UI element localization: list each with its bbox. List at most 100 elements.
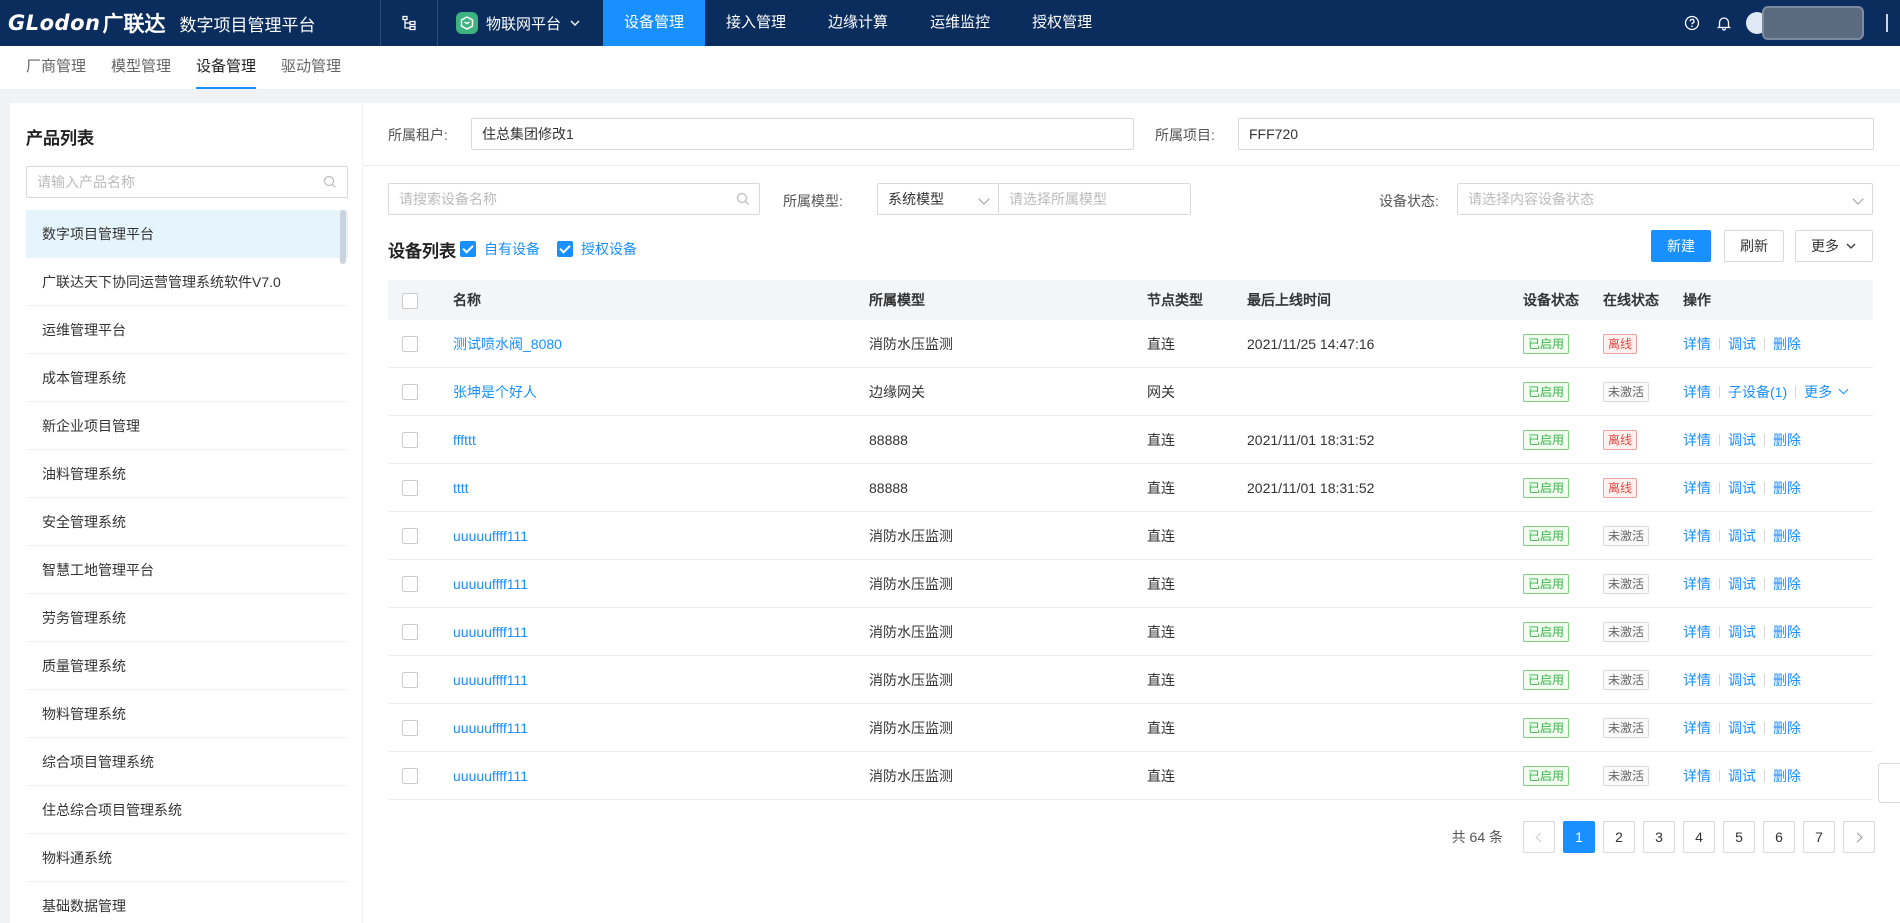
side-drawer-toggle[interactable] (1878, 763, 1900, 803)
product-list-item[interactable]: 基础数据管理 (26, 882, 348, 923)
row-action-link[interactable]: 删除 (1773, 718, 1801, 738)
row-checkbox[interactable] (402, 432, 418, 449)
page-button[interactable]: 1 (1563, 821, 1595, 853)
device-name-link[interactable]: fffttt (453, 432, 476, 448)
product-list-item[interactable]: 住总综合项目管理系统 (26, 786, 348, 834)
row-action-link[interactable]: 详情 (1683, 430, 1711, 450)
tab-driver-management[interactable]: 驱动管理 (281, 55, 341, 89)
more-button[interactable]: 更多 (1795, 230, 1873, 262)
row-action-link[interactable]: 删除 (1773, 622, 1801, 642)
row-action-link[interactable]: 删除 (1773, 334, 1801, 354)
nav-device-management[interactable]: 设备管理 (603, 0, 706, 46)
row-action-link[interactable]: 更多 (1804, 382, 1832, 402)
nav-access-management[interactable]: 接入管理 (705, 0, 807, 46)
row-action-link[interactable]: 删除 (1773, 670, 1801, 690)
row-checkbox[interactable] (402, 528, 418, 545)
product-list-item[interactable]: 油料管理系统 (26, 450, 348, 498)
page-button[interactable]: 4 (1683, 821, 1715, 853)
row-checkbox[interactable] (402, 768, 418, 785)
row-action-link[interactable]: 调试 (1728, 718, 1756, 738)
row-checkbox[interactable] (402, 336, 418, 353)
product-list-item[interactable]: 新企业项目管理 (26, 402, 348, 450)
next-page-button[interactable] (1843, 821, 1875, 853)
bell-icon[interactable] (1708, 0, 1740, 46)
row-action-link[interactable]: 调试 (1728, 670, 1756, 690)
row-action-link[interactable]: 详情 (1683, 766, 1711, 786)
select-all-checkbox[interactable] (402, 292, 418, 309)
fullscreen-icon[interactable] (1886, 14, 1896, 32)
page-button[interactable]: 5 (1723, 821, 1755, 853)
project-field[interactable]: FFF720 (1238, 118, 1874, 150)
device-name-link[interactable]: uuuuuffff111 (453, 576, 528, 592)
row-action-link[interactable]: 详情 (1683, 622, 1711, 642)
page-button[interactable]: 7 (1803, 821, 1835, 853)
refresh-button[interactable]: 刷新 (1724, 230, 1784, 262)
row-checkbox[interactable] (402, 576, 418, 593)
page-button[interactable]: 6 (1763, 821, 1795, 853)
row-checkbox[interactable] (402, 624, 418, 641)
row-action-link[interactable]: 调试 (1728, 430, 1756, 450)
row-action-link[interactable]: 详情 (1683, 334, 1711, 354)
device-name-link[interactable]: tttt (453, 480, 469, 496)
row-action-link[interactable]: 删除 (1773, 574, 1801, 594)
model-type-select[interactable]: 系统模型 (877, 183, 999, 215)
row-action-link[interactable]: 调试 (1728, 334, 1756, 354)
tab-vendor-management[interactable]: 厂商管理 (26, 55, 86, 89)
row-action-link[interactable]: 删除 (1773, 478, 1801, 498)
status-select[interactable]: 请选择内容设备状态 (1457, 183, 1873, 215)
product-list-item[interactable]: 物料通系统 (26, 834, 348, 882)
row-action-link[interactable]: 删除 (1773, 430, 1801, 450)
row-action-link[interactable]: 调试 (1728, 478, 1756, 498)
org-tree-icon[interactable] (381, 0, 437, 46)
row-action-link[interactable]: 详情 (1683, 382, 1711, 402)
product-list-item[interactable]: 智慧工地管理平台 (26, 546, 348, 594)
model-select[interactable]: 请选择所属模型 (998, 183, 1191, 215)
product-list-item[interactable]: 质量管理系统 (26, 642, 348, 690)
product-list-item[interactable]: 综合项目管理系统 (26, 738, 348, 786)
user-menu[interactable] (1762, 6, 1864, 40)
search-icon[interactable] (736, 192, 750, 206)
page-button[interactable]: 2 (1603, 821, 1635, 853)
row-action-link[interactable]: 调试 (1728, 766, 1756, 786)
device-name-link[interactable]: uuuuuffff111 (453, 624, 528, 640)
page-button[interactable]: 3 (1643, 821, 1675, 853)
tenant-field[interactable]: 住总集团修改1 (471, 118, 1134, 150)
row-action-link[interactable]: 详情 (1683, 526, 1711, 546)
device-name-link[interactable]: uuuuuffff111 (453, 720, 528, 736)
row-checkbox[interactable] (402, 720, 418, 737)
sidebar-scrollbar[interactable] (340, 210, 346, 264)
device-name-link[interactable]: 测试喷水阀_8080 (453, 336, 562, 352)
new-button[interactable]: 新建 (1651, 230, 1711, 262)
help-icon[interactable] (1676, 0, 1708, 46)
row-action-link[interactable]: 子设备(1) (1728, 382, 1787, 402)
row-action-link[interactable]: 调试 (1728, 622, 1756, 642)
product-list-item[interactable]: 运维管理平台 (26, 306, 348, 354)
row-action-link[interactable]: 详情 (1683, 478, 1711, 498)
row-action-link[interactable]: 删除 (1773, 766, 1801, 786)
row-action-link[interactable]: 详情 (1683, 718, 1711, 738)
device-search-input[interactable]: 请搜索设备名称 (388, 183, 760, 215)
device-name-link[interactable]: uuuuuffff111 (453, 672, 528, 688)
product-search-input[interactable] (27, 167, 307, 197)
platform-switcher[interactable]: 物联网平台 (438, 0, 603, 46)
product-list-item[interactable]: 广联达天下协同运营管理系统软件V7.0 (26, 258, 348, 306)
device-name-link[interactable]: 张坤是个好人 (453, 384, 537, 400)
prev-page-button[interactable] (1523, 821, 1555, 853)
own-devices-checkbox[interactable]: 自有设备 (460, 239, 540, 259)
row-action-link[interactable]: 调试 (1728, 574, 1756, 594)
tab-device-management[interactable]: 设备管理 (196, 55, 257, 89)
product-list-item[interactable]: 数字项目管理平台 (26, 210, 348, 258)
search-icon[interactable] (323, 175, 337, 189)
nav-authorization-management[interactable]: 授权管理 (1011, 0, 1113, 46)
row-action-link[interactable]: 详情 (1683, 574, 1711, 594)
row-action-link[interactable]: 删除 (1773, 526, 1801, 546)
device-name-link[interactable]: uuuuuffff111 (453, 768, 528, 784)
row-checkbox[interactable] (402, 672, 418, 689)
authorized-devices-checkbox[interactable]: 授权设备 (557, 239, 637, 259)
product-list-item[interactable]: 劳务管理系统 (26, 594, 348, 642)
product-list-item[interactable]: 成本管理系统 (26, 354, 348, 402)
row-action-link[interactable]: 详情 (1683, 670, 1711, 690)
row-action-link[interactable]: 调试 (1728, 526, 1756, 546)
product-list-item[interactable]: 安全管理系统 (26, 498, 348, 546)
nav-ops-monitoring[interactable]: 运维监控 (909, 0, 1011, 46)
